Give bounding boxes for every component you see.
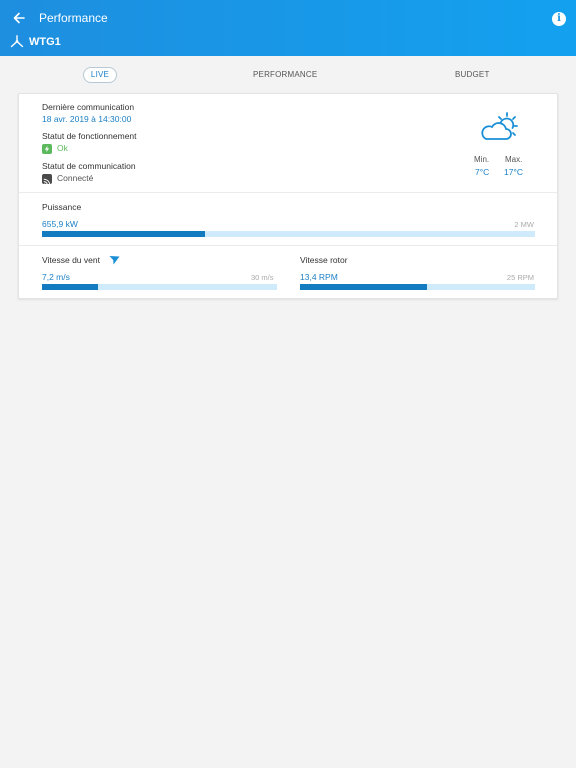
wind-speed-bar-fill xyxy=(42,284,99,290)
temp-max-value: 17°C xyxy=(504,167,523,177)
rotor-speed-max: 25 RPM xyxy=(506,273,534,282)
rotor-speed-label: Vitesse rotor xyxy=(300,255,348,265)
tab-budget[interactable]: BUDGET xyxy=(455,70,490,80)
power-label: Puissance xyxy=(42,202,82,212)
operating-status-value: Ok xyxy=(57,143,68,153)
arrow-left-icon xyxy=(13,12,25,24)
temp-min-value: 7°C xyxy=(475,167,490,177)
tab-performance[interactable]: PERFORMANCE xyxy=(253,70,317,80)
info-button[interactable]: i xyxy=(552,12,566,26)
app-bar: Performance i WTG1 xyxy=(0,0,576,56)
live-card: Dernière communication 18 avr. 2019 à 14… xyxy=(18,93,558,299)
last-comm-value: 18 avr. 2019 à 14:30:00 xyxy=(42,114,132,124)
tab-bar: LIVE PERFORMANCE BUDGET xyxy=(0,56,576,94)
power-bar-fill xyxy=(42,231,205,237)
rss-icon xyxy=(42,174,52,186)
wind-speed-value: 7,2 m/s xyxy=(42,272,70,282)
rotor-speed-value: 13,4 RPM xyxy=(300,272,338,282)
rotor-speed-bar-fill xyxy=(300,284,427,290)
rotor-speed-bar xyxy=(300,284,535,290)
power-value: 655,9 kW xyxy=(42,219,78,229)
last-comm-label: Dernière communication xyxy=(42,102,135,112)
divider xyxy=(19,245,557,246)
wind-speed-max: 30 m/s xyxy=(251,273,274,282)
comm-status-label: Statut de communication xyxy=(42,161,136,171)
wind-speed-label: Vitesse du vent xyxy=(42,255,100,265)
wind-direction-icon xyxy=(109,256,120,265)
partly-cloudy-icon xyxy=(481,112,518,140)
back-button[interactable] xyxy=(8,7,30,29)
info-icon: i xyxy=(557,13,561,24)
wind-speed-bar xyxy=(42,284,277,290)
comm-status-value: Connecté xyxy=(57,173,94,183)
power-bar xyxy=(42,231,535,237)
temp-min-label: Min. xyxy=(474,155,490,164)
operating-status-label: Statut de fonctionnement xyxy=(42,131,137,141)
temp-max-label: Max. xyxy=(505,155,523,164)
divider xyxy=(19,192,557,193)
page-title: Performance xyxy=(39,11,108,25)
wind-turbine-icon xyxy=(10,35,24,48)
turbine-name: WTG1 xyxy=(29,36,61,48)
tab-live[interactable]: LIVE xyxy=(83,67,117,83)
battery-ok-icon xyxy=(42,144,52,154)
power-max: 2 MW xyxy=(514,220,534,229)
